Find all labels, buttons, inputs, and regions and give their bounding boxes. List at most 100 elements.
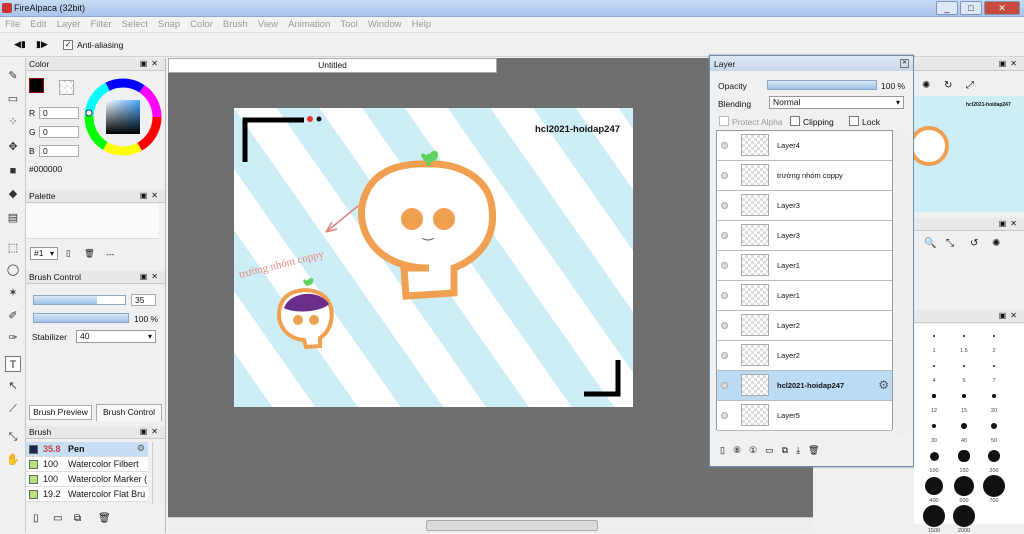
document-tab[interactable]: Untitled — [168, 58, 497, 73]
layer-opacity-slider[interactable] — [767, 80, 877, 90]
dot-tool-icon[interactable]: ⁘ — [5, 114, 21, 130]
panel-buttons[interactable]: ▣✕ — [140, 271, 162, 283]
brush-size-dot[interactable] — [990, 422, 998, 430]
eraser-tool-icon[interactable]: ▭ — [5, 91, 21, 107]
stabilizer-select[interactable]: 40 — [76, 330, 156, 343]
visibility-toggle-icon[interactable] — [721, 142, 728, 149]
menu-view[interactable]: View — [253, 17, 283, 32]
brush-size-dot[interactable] — [961, 423, 967, 429]
brush-size-dot[interactable] — [987, 449, 1001, 463]
layer-row[interactable]: Layer1 — [717, 281, 892, 311]
menu-select[interactable]: Select — [117, 17, 153, 32]
brush-item[interactable]: 19.2 Watercolor Flat Bru — [26, 487, 148, 502]
navigator-thumbnail[interactable]: hcl2021-hoidap247 — [914, 96, 1024, 212]
layer-row[interactable]: trường nhóm coppy — [717, 161, 892, 191]
brush-size-dot[interactable] — [958, 450, 970, 462]
zoom-icon[interactable]: 🔍 — [924, 238, 936, 249]
color-wheel[interactable] — [82, 76, 164, 158]
new-1bit-layer-icon[interactable]: ① — [749, 445, 757, 456]
move-tool-icon[interactable]: ✥ — [5, 139, 21, 155]
visibility-toggle-icon[interactable] — [721, 262, 728, 269]
lasso-tool-icon[interactable]: ◯ — [5, 262, 21, 278]
menu-color[interactable]: Color — [185, 17, 218, 32]
brush-size-dot[interactable] — [925, 477, 943, 495]
settings-icon[interactable]: ✺ — [992, 238, 1000, 249]
brush-item[interactable]: 100 Watercolor Marker ( — [26, 472, 148, 487]
panel-buttons[interactable]: ▣✕ — [999, 58, 1021, 70]
new-palette-icon[interactable]: ▯ — [66, 248, 71, 259]
scroll-thumb[interactable] — [426, 520, 598, 531]
visibility-toggle-icon[interactable] — [721, 292, 728, 299]
eyedropper-icon[interactable]: ⤡ — [946, 238, 954, 249]
next-frame-icon[interactable]: ▮▶ — [36, 39, 48, 49]
new-folder-icon[interactable]: ▭ — [765, 445, 774, 456]
palette-selector[interactable]: #1 — [30, 247, 58, 260]
operation-tool-icon[interactable]: ↖ — [5, 378, 21, 394]
visibility-toggle-icon[interactable] — [721, 412, 728, 419]
foreground-color-swatch[interactable] — [29, 78, 44, 93]
background-color-swatch[interactable] — [59, 80, 74, 95]
divide-tool-icon[interactable]: ⟋ — [5, 401, 21, 417]
protect-alpha-checkbox[interactable] — [719, 116, 729, 126]
menu-animation[interactable]: Animation — [283, 17, 335, 32]
brush-size-slider[interactable] — [33, 295, 126, 305]
brush-size-dot[interactable] — [993, 335, 995, 337]
duplicate-brush-icon[interactable]: ⧉ — [74, 513, 81, 524]
merge-down-icon[interactable]: ⤓ — [796, 445, 800, 456]
delete-layer-icon[interactable]: 🗑 — [808, 445, 819, 456]
brush-size-dot[interactable] — [992, 364, 996, 368]
new-brush-icon[interactable]: ▯ — [33, 513, 39, 524]
rotate-left-icon[interactable]: ↺ — [970, 238, 978, 249]
gradient-tool-icon[interactable]: ▤ — [5, 210, 21, 226]
tab-brush-preview[interactable]: Brush Preview — [29, 405, 92, 420]
layer-row[interactable]: Layer4 — [717, 131, 892, 161]
minimize-button[interactable]: _ — [936, 1, 958, 15]
new-8bit-layer-icon[interactable]: ⑧ — [733, 445, 741, 456]
delete-palette-icon[interactable]: 🗑 — [84, 248, 95, 259]
prev-frame-icon[interactable]: ◀▮ — [14, 39, 26, 49]
menu-window[interactable]: Window — [363, 17, 407, 32]
visibility-toggle-icon[interactable] — [721, 322, 728, 329]
panel-buttons[interactable]: ▣✕ — [999, 218, 1021, 230]
layer-panel-close-icon[interactable]: ✕ — [900, 59, 909, 68]
drawing-canvas[interactable]: trường nhóm coppy hcl2021-hoidap247 — [234, 108, 633, 407]
panel-buttons[interactable]: ▣✕ — [140, 426, 162, 438]
brush-size-dot[interactable] — [962, 394, 966, 398]
new-layer-icon[interactable]: ▯ — [720, 445, 725, 456]
g-value-field[interactable]: 0 — [39, 126, 79, 138]
reset-view-icon[interactable]: ⤢ — [966, 80, 974, 91]
brush-list-scrollbar[interactable] — [152, 442, 162, 504]
brush-size-value[interactable]: 35 — [131, 294, 156, 306]
brush-size-dot[interactable] — [963, 335, 965, 337]
delete-brush-icon[interactable]: 🗑 — [98, 513, 111, 524]
select-pen-tool-icon[interactable]: ✐ — [5, 308, 21, 324]
fill-rect-tool-icon[interactable]: ■ — [5, 163, 21, 179]
palette-swatch-area[interactable] — [26, 204, 159, 239]
brush-size-dot[interactable] — [983, 475, 1005, 497]
rotate-icon[interactable]: ↻ — [944, 80, 952, 91]
select-eraser-tool-icon[interactable]: ✑ — [5, 330, 21, 346]
brush-size-dot[interactable] — [932, 394, 936, 398]
layer-settings-icon[interactable]: ⚙ — [878, 378, 889, 392]
tab-brush-control[interactable]: Brush Control — [96, 404, 162, 421]
magic-wand-tool-icon[interactable]: ✶ — [5, 285, 21, 301]
eyedropper-tool-icon[interactable]: ⤡ — [5, 429, 21, 445]
layer-row[interactable]: Layer3 — [717, 221, 892, 251]
pen-tool-icon[interactable]: ✎ — [5, 68, 21, 84]
brush-size-dot[interactable] — [933, 365, 935, 367]
hand-tool-icon[interactable]: ✋ — [5, 452, 21, 468]
layer-row[interactable]: hcl2021-hoidap247 ⚙ — [717, 371, 892, 401]
menu-layer[interactable]: Layer — [52, 17, 86, 32]
brush-item[interactable]: 100 Watercolor Filbert — [26, 457, 148, 472]
brush-opacity-slider[interactable] — [33, 313, 129, 323]
maximize-button[interactable]: □ — [960, 1, 982, 15]
layer-row[interactable]: Layer2 — [717, 311, 892, 341]
visibility-toggle-icon[interactable] — [721, 172, 728, 179]
layer-row[interactable]: Layer3 — [717, 191, 892, 221]
visibility-toggle-icon[interactable] — [721, 202, 728, 209]
horizontal-scrollbar[interactable] — [168, 517, 813, 533]
zoom-in-icon[interactable]: ✺ — [922, 80, 930, 91]
menu-edit[interactable]: Edit — [25, 17, 51, 32]
clipping-checkbox[interactable] — [790, 116, 800, 126]
r-value-field[interactable]: 0 — [39, 107, 79, 119]
